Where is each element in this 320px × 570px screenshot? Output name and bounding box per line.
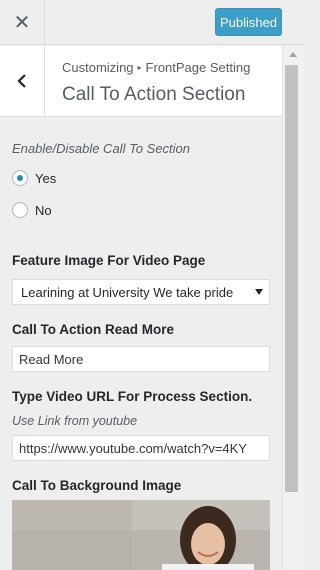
video-url-input[interactable]: https://www.youtube.com/watch?v=4KY bbox=[12, 435, 270, 461]
background-image-picture bbox=[12, 500, 270, 570]
section-title: Call To Action Section bbox=[62, 84, 246, 105]
breadcrumb-separator: ▸ bbox=[137, 63, 142, 72]
feature-image-selected: Learining at University We take pride bbox=[21, 285, 234, 300]
scrollbar-thumb[interactable] bbox=[285, 65, 298, 492]
chevron-left-icon bbox=[17, 74, 26, 88]
scroll-up-arrow-icon[interactable] bbox=[289, 52, 297, 57]
radio-yes[interactable] bbox=[12, 170, 28, 186]
radio-option-yes[interactable]: Yes bbox=[12, 170, 56, 186]
radio-yes-label: Yes bbox=[35, 170, 57, 186]
publish-button[interactable]: Published bbox=[215, 8, 282, 36]
background-image-preview[interactable] bbox=[12, 500, 270, 570]
read-more-input[interactable]: Read More bbox=[12, 346, 270, 372]
breadcrumb-parent: FrontPage Setting bbox=[145, 60, 251, 75]
section-header: Customizing ▸ FrontPage Setting Call To Ac… bbox=[0, 46, 282, 117]
background-image-title: Call To Background Image bbox=[12, 478, 182, 493]
video-url-description: Use Link from youtube bbox=[12, 414, 138, 428]
breadcrumb: Customizing ▸ FrontPage Setting bbox=[62, 60, 250, 75]
feature-image-title: Feature Image For Video Page bbox=[12, 253, 206, 268]
close-icon: ✕ bbox=[13, 12, 31, 34]
video-url-title: Type Video URL For Process Section. bbox=[12, 389, 253, 404]
radio-no-label: No bbox=[35, 202, 52, 218]
back-button[interactable] bbox=[0, 46, 45, 116]
radio-option-no[interactable]: No bbox=[12, 202, 52, 218]
radio-no[interactable] bbox=[12, 202, 28, 218]
feature-image-select[interactable]: Learining at University We take pride bbox=[12, 279, 270, 305]
enable-toggle-label: Enable/Disable Call To Section bbox=[12, 141, 191, 156]
breadcrumb-root: Customizing bbox=[62, 60, 134, 75]
dropdown-arrow-icon bbox=[255, 289, 263, 295]
customizer-top-bar: ✕ Published bbox=[0, 0, 304, 45]
read-more-title: Call To Action Read More bbox=[12, 322, 175, 337]
close-button[interactable]: ✕ bbox=[0, 0, 45, 45]
